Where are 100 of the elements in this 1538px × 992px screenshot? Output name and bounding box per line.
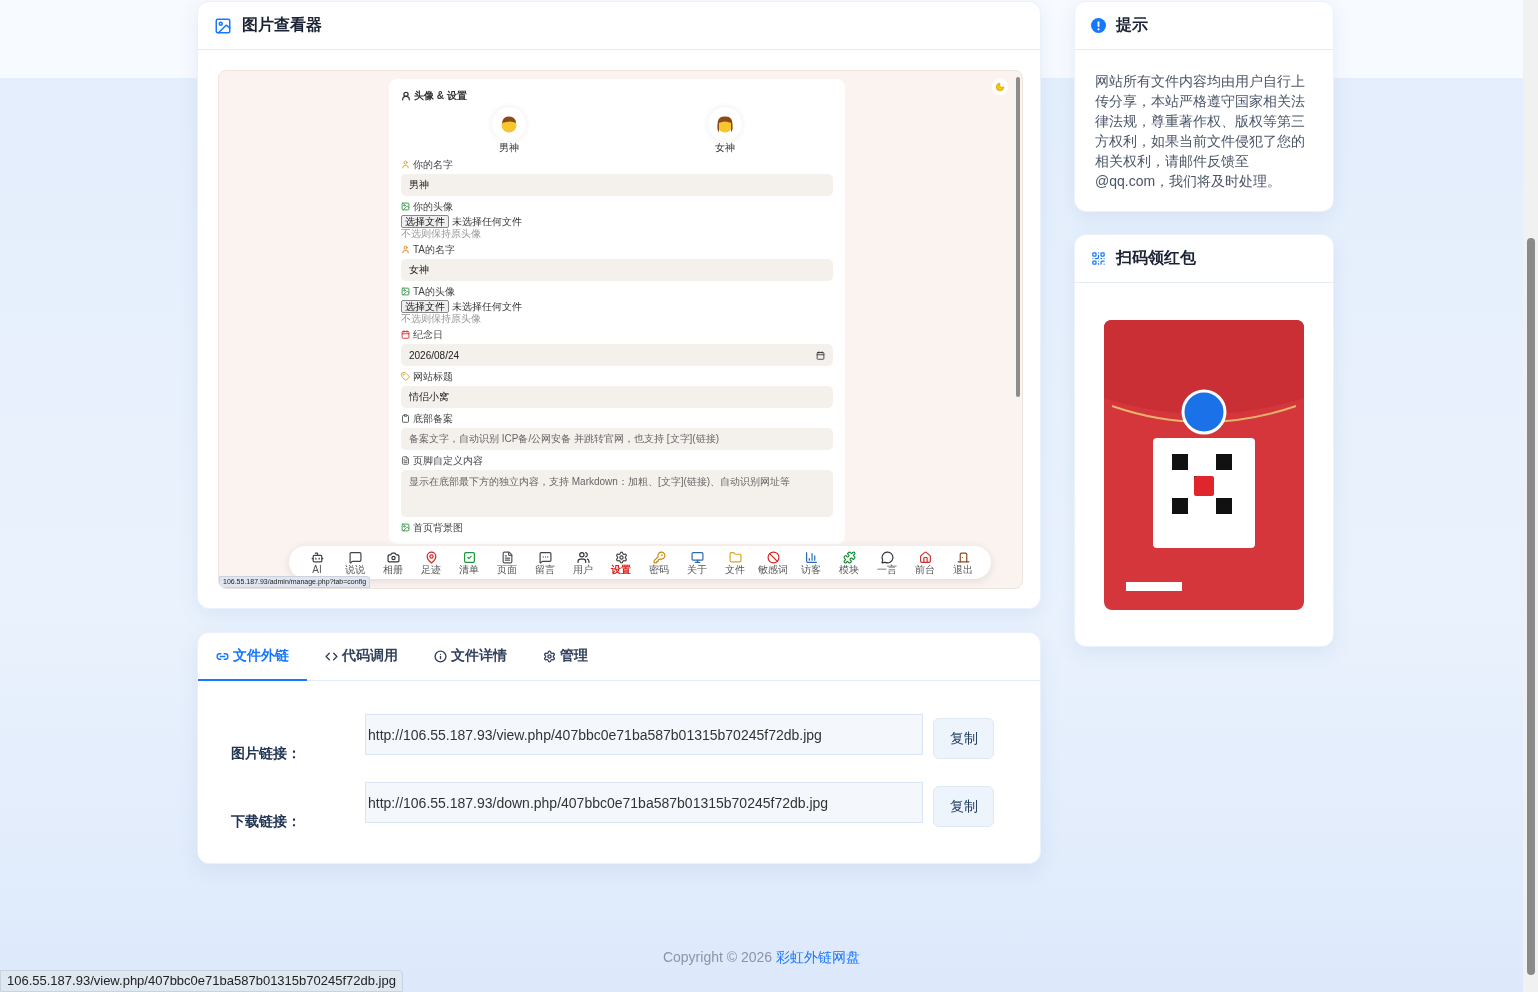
users-icon xyxy=(576,551,590,564)
file-status: 未选择任何文件 xyxy=(452,300,522,313)
nav-item[interactable]: 密码 xyxy=(641,549,677,576)
speech-bubble-icon xyxy=(538,551,552,564)
document-icon xyxy=(500,551,514,564)
field-label: 首页背景图 xyxy=(413,521,463,534)
nav-item[interactable]: 模块 xyxy=(831,549,867,576)
card-title: 提示 xyxy=(1116,15,1148,35)
nav-item[interactable]: 关于 xyxy=(679,549,715,576)
person-icon xyxy=(401,91,411,101)
choose-file-button[interactable]: 选择文件 xyxy=(401,215,449,228)
folder-icon xyxy=(728,551,742,564)
text-field[interactable]: 备案文字，自动识别 ICP备/公网安备 并跳转官网，也支持 [文字](链接) xyxy=(401,428,833,450)
nav-item[interactable]: 用户 xyxy=(565,549,601,576)
robot-icon xyxy=(310,551,324,564)
field-label: 图片链接： xyxy=(231,744,302,762)
text-field[interactable]: 男神 xyxy=(401,174,833,196)
scrollbar-thumb[interactable] xyxy=(1016,77,1020,397)
url-field[interactable]: http://106.55.187.93/down.php/407bbc0e71ba587b01315b70245f72db.jpg xyxy=(365,782,923,823)
file-status: 未选择任何文件 xyxy=(452,215,522,228)
choose-file-button[interactable]: 选择文件 xyxy=(401,300,449,313)
field-label: 底部备案 xyxy=(413,412,453,425)
calendar-icon xyxy=(816,350,825,360)
tab[interactable]: 文件详情 xyxy=(416,633,525,681)
image-icon xyxy=(401,287,410,296)
bar-chart-icon xyxy=(804,551,818,564)
text-field[interactable]: 情侣小窝 xyxy=(401,386,833,408)
field-label: TA的名字 xyxy=(413,243,456,256)
field-label: TA的头像 xyxy=(413,285,456,298)
speech-bubble-icon xyxy=(880,551,894,564)
clipboard-icon xyxy=(401,414,410,423)
tab[interactable]: 管理 xyxy=(525,633,606,681)
image-icon xyxy=(214,16,232,35)
date-field[interactable]: 2026/08/24 xyxy=(401,344,833,366)
nav-item[interactable]: 访客 xyxy=(793,549,829,576)
nav-item[interactable]: 相册 xyxy=(375,549,411,576)
nav-item[interactable]: AI xyxy=(299,549,335,576)
nav-item[interactable]: 敏感词 xyxy=(755,549,791,576)
text-field[interactable]: 女神 xyxy=(401,259,833,281)
person-icon xyxy=(401,245,410,254)
speech-bubble-icon xyxy=(348,551,362,564)
pin-icon xyxy=(424,551,438,564)
qr-icon xyxy=(1091,251,1106,266)
field-label: 你的名字 xyxy=(413,158,453,171)
image-icon xyxy=(401,523,410,532)
nav-item[interactable]: 前台 xyxy=(907,549,943,576)
field-label: 网站标题 xyxy=(413,370,453,383)
document-icon xyxy=(401,456,410,465)
nav-item[interactable]: 退出 xyxy=(945,549,981,576)
scrollbar-thumb[interactable] xyxy=(1526,238,1535,975)
site-link[interactable]: 彩虹外链网盘 xyxy=(776,949,861,967)
section-title: 头像 & 设置 xyxy=(414,89,467,103)
nav-item[interactable]: 足迹 xyxy=(413,549,449,576)
info-icon xyxy=(434,649,447,663)
copyright-text: Copyright © 2026 xyxy=(662,949,773,967)
alert-icon xyxy=(1091,18,1106,33)
nav-item[interactable]: 说说 xyxy=(337,549,373,576)
field-label: 纪念日 xyxy=(413,328,443,341)
settings-icon xyxy=(543,649,556,663)
text-area[interactable]: 显示在底部最下方的独立内容，支持 Markdown：加粗、[文字](链接)、自动识别网址等 xyxy=(401,470,833,517)
nav-item[interactable]: 留言 xyxy=(527,549,563,576)
avatar-icon xyxy=(499,114,519,134)
status-url: 106.55.187.93/view.php/407bbc0e71ba587b01315b70245f72db.jpg xyxy=(0,970,403,992)
avatar[interactable] xyxy=(492,107,526,141)
avatar[interactable] xyxy=(708,107,742,141)
card-title: 扫码领红包 xyxy=(1116,248,1196,268)
url-field[interactable]: http://106.55.187.93/view.php/407bbc0e71ba587b01315b70245f72db.jpg xyxy=(365,714,923,755)
door-icon xyxy=(956,551,970,564)
nav-item[interactable]: 一言 xyxy=(869,549,905,576)
nav-item[interactable]: 页面 xyxy=(489,549,525,576)
monitor-icon xyxy=(690,551,704,564)
key-icon xyxy=(652,551,666,564)
settings-icon xyxy=(614,551,628,564)
avatar-label: 女神 xyxy=(715,141,735,154)
nav-item[interactable]: 文件 xyxy=(717,549,753,576)
field-label: 下载链接： xyxy=(231,812,302,830)
checkbox-icon xyxy=(462,551,476,564)
moon-icon[interactable] xyxy=(995,82,1005,92)
calendar-icon xyxy=(401,330,410,339)
person-icon xyxy=(401,160,410,169)
tab[interactable]: 文件外链 xyxy=(198,633,307,681)
avatar-icon xyxy=(715,114,735,134)
field-label: 你的头像 xyxy=(413,200,453,213)
camera-icon xyxy=(386,551,400,564)
avatar-label: 男神 xyxy=(499,141,519,154)
field-label: 页脚自定义内容 xyxy=(413,454,483,467)
copy-button[interactable]: 复制 xyxy=(933,786,994,827)
house-icon xyxy=(918,551,932,564)
hint-text: 不选则保持原头像 xyxy=(401,313,482,324)
copy-button[interactable]: 复制 xyxy=(933,718,994,759)
notice-text: 网站所有文件内容均由用户自行上传分享，本站严格遵守国家相关法律法规，尊重著作权、版权等第三方权利，如果当前文件侵犯了您的相关权利，请邮件反馈至 @qq.com，我们将及时处理。 xyxy=(1094,72,1306,191)
puzzle-icon xyxy=(842,551,856,564)
nav-item[interactable]: 清单 xyxy=(451,549,487,576)
tab[interactable]: 代码调用 xyxy=(307,633,416,681)
nav-item[interactable]: 设置 xyxy=(603,549,639,576)
tag-icon xyxy=(401,372,410,381)
card-title: 图片查看器 xyxy=(242,15,322,35)
hint-text: 不选则保持原头像 xyxy=(401,228,482,239)
ban-icon xyxy=(766,551,780,564)
image-icon xyxy=(401,202,410,211)
